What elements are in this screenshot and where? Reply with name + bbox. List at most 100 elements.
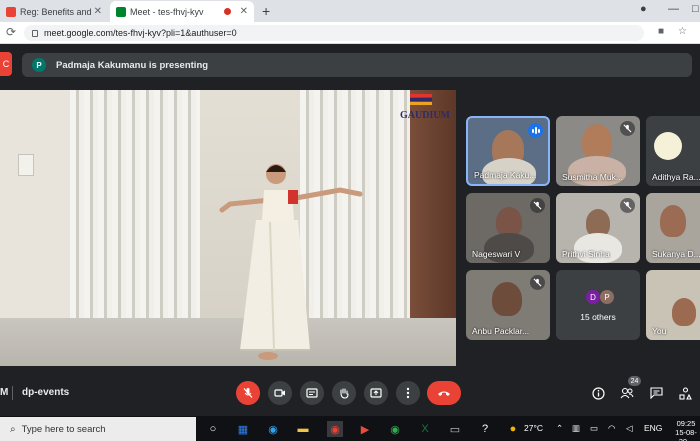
participant-count-badge: 24 xyxy=(628,376,641,386)
present-now-button[interactable] xyxy=(364,381,388,405)
clock-time: 09:25 xyxy=(676,419,696,428)
people-button[interactable] xyxy=(619,385,635,401)
mic-off-icon xyxy=(530,275,545,290)
switchboard xyxy=(18,154,34,176)
activities-button[interactable] xyxy=(677,385,693,401)
participant-name: Anbu Packlar... xyxy=(472,326,530,336)
url-input[interactable]: meet.google.com/tes-fhvj-kyv?pli=1&authu… xyxy=(24,25,644,41)
bookmark-star-icon[interactable]: ☆ xyxy=(678,26,687,37)
presenting-banner: P Padmaja Kakumanu is presenting xyxy=(22,53,692,77)
weather-icon: ● xyxy=(509,423,517,435)
gmail-icon xyxy=(6,6,16,17)
excel-icon[interactable]: X xyxy=(417,421,433,437)
participant-tile[interactable]: Anbu Packlar... xyxy=(466,270,550,340)
lock-icon xyxy=(32,29,38,37)
meet-icon xyxy=(116,6,126,17)
chat-icon xyxy=(649,387,663,399)
dancer-figure xyxy=(219,164,363,360)
participant-name: Adithya Ra... xyxy=(652,172,700,182)
clock-date: 15-08-20... xyxy=(675,428,697,441)
others-tile[interactable]: D P 15 others xyxy=(556,270,640,340)
shapes-icon xyxy=(678,386,692,400)
reload-icon[interactable]: ⟳ xyxy=(6,25,16,39)
chrome-icon[interactable]: ◉ xyxy=(327,421,343,437)
self-tile[interactable]: You xyxy=(646,270,700,340)
maximize-button[interactable]: □ xyxy=(692,3,699,15)
profile-menu-icon[interactable]: ● xyxy=(640,3,647,15)
camera-icon xyxy=(274,389,285,397)
speaking-indicator-icon xyxy=(528,123,543,138)
meeting-name: dp-events xyxy=(22,387,70,398)
avatar: D xyxy=(586,290,600,304)
minimize-button[interactable]: — xyxy=(668,3,679,15)
presenting-text: Padmaja Kakumanu is presenting xyxy=(56,59,209,71)
end-call-button[interactable] xyxy=(427,381,461,405)
browser-tab-strip: Reg: Benefits and feautres. ✕ Meet - tes… xyxy=(0,0,700,22)
others-count: 15 others xyxy=(580,312,616,322)
raise-hand-button[interactable] xyxy=(332,381,356,405)
participant-tile[interactable]: Adithya Ra... xyxy=(646,116,700,186)
network-icon[interactable]: ▥ xyxy=(572,423,580,434)
volume-icon[interactable]: ◁ xyxy=(626,423,633,434)
captions-icon xyxy=(306,388,318,398)
language-indicator[interactable]: ENG xyxy=(644,423,662,433)
camera-permission-icon[interactable]: ■ xyxy=(658,26,664,37)
search-placeholder: Type here to search xyxy=(21,423,106,435)
store-icon[interactable]: ▦ xyxy=(235,421,251,437)
participant-name: Padmaja Kaku... xyxy=(474,170,537,180)
hand-icon xyxy=(340,388,349,399)
weather-temperature[interactable]: 27°C xyxy=(524,423,543,433)
presenting-bar: C P Padmaja Kakumanu is presenting xyxy=(0,44,700,86)
task-view-icon[interactable]: ○ xyxy=(205,421,221,437)
meeting-details-button[interactable] xyxy=(590,385,606,401)
wifi-icon[interactable]: ◠ xyxy=(608,423,615,434)
file-explorer-icon[interactable]: ▬ xyxy=(295,421,311,437)
search-icon: ⌕ xyxy=(10,423,16,435)
tab-title: Reg: Benefits and feautres. xyxy=(20,6,91,17)
clock[interactable]: 09:25 15-08-20... xyxy=(672,419,700,441)
chat-button[interactable] xyxy=(648,385,664,401)
meeting-controls-bar: M dp-events xyxy=(0,372,700,416)
info-icon xyxy=(591,386,605,400)
video-app-icon[interactable]: ▶ xyxy=(357,421,373,437)
participant-tile[interactable]: Nageswari V xyxy=(466,193,550,263)
new-tab-button[interactable]: + xyxy=(262,3,270,19)
battery-icon[interactable]: ▭ xyxy=(590,423,598,434)
participant-tile[interactable]: Prithvi Sinha xyxy=(556,193,640,263)
curtain-left xyxy=(70,90,200,320)
participant-tile[interactable]: Sukanya D... xyxy=(646,193,700,263)
chrome-icon-2[interactable]: ◉ xyxy=(387,421,403,437)
more-vert-icon xyxy=(406,387,410,399)
tab-title: Meet - tes-fhvj-kyv xyxy=(130,6,204,17)
avatar xyxy=(654,132,682,160)
avatar: P xyxy=(32,58,46,72)
help-icon[interactable]: ? xyxy=(477,421,493,437)
main-video-stage: GAUDIUM xyxy=(0,90,456,366)
recording-indicator-icon xyxy=(223,8,231,15)
side-chip[interactable]: C xyxy=(0,52,12,76)
close-tab-icon[interactable]: ✕ xyxy=(240,6,248,17)
mic-toggle-button[interactable] xyxy=(236,381,260,405)
mic-off-icon xyxy=(243,388,253,398)
url-text: meet.google.com/tes-fhvj-kyv?pli=1&authu… xyxy=(44,28,237,38)
app-icon[interactable]: ▭ xyxy=(447,421,463,437)
tab-meet[interactable]: Meet - tes-fhvj-kyv ✕ xyxy=(110,1,254,22)
participant-name: Susmitha Muk... xyxy=(562,172,623,182)
hang-up-icon xyxy=(438,391,450,396)
participant-name: Prithvi Sinha xyxy=(562,249,610,259)
close-tab-icon[interactable]: ✕ xyxy=(94,6,102,17)
divider xyxy=(12,386,13,400)
captions-button[interactable] xyxy=(300,381,324,405)
camera-toggle-button[interactable] xyxy=(268,381,292,405)
tray-chevron-icon[interactable]: ⌃ xyxy=(556,423,563,434)
tab-gmail[interactable]: Reg: Benefits and feautres. ✕ xyxy=(0,1,108,22)
more-options-button[interactable] xyxy=(396,381,420,405)
mic-off-icon xyxy=(530,198,545,213)
address-bar: ⟳ meet.google.com/tes-fhvj-kyv?pli=1&aut… xyxy=(0,22,700,44)
taskbar-search-input[interactable]: ⌕ Type here to search xyxy=(0,417,196,441)
participant-tile[interactable]: Susmitha Muk... xyxy=(556,116,640,186)
participant-name: Nageswari V xyxy=(472,249,521,259)
avatar: P xyxy=(600,290,614,304)
edge-icon[interactable]: ◉ xyxy=(265,421,281,437)
participant-tile[interactable]: Padmaja Kaku... xyxy=(466,116,550,186)
